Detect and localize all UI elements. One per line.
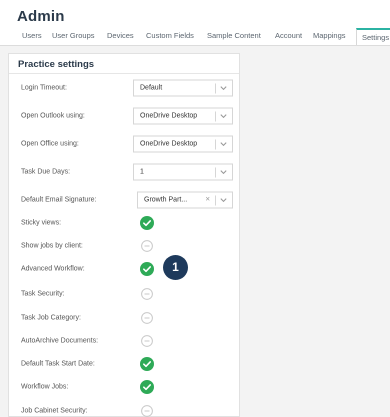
task-due-days-row: Task Due Days: 1 [9, 160, 241, 184]
task-job-category-label: Task Job Category: [21, 314, 81, 322]
minus-circle-icon[interactable] [141, 312, 153, 324]
open-office-select[interactable]: OneDrive Desktop [133, 135, 233, 153]
open-outlook-label: Open Outlook using: [21, 112, 85, 120]
task-job-category-row: Task Job Category: [9, 306, 241, 330]
job-cabinet-security-row: Job Cabinet Security: [9, 399, 241, 417]
clear-icon[interactable]: × [205, 195, 210, 204]
check-circle-icon[interactable] [140, 216, 154, 230]
task-security-label: Task Security: [21, 290, 65, 298]
default-email-signature-row: Default Email Signature: Growth Part... … [9, 188, 241, 212]
login-timeout-label: Login Timeout: [21, 84, 67, 92]
page-title: Admin [17, 8, 65, 25]
select-divider [215, 111, 216, 122]
tab-devices[interactable]: Devices [107, 31, 134, 40]
tab-sample-content[interactable]: Sample Content [207, 31, 261, 40]
minus-circle-icon[interactable] [141, 405, 153, 417]
select-value: 1 [140, 168, 144, 176]
default-task-start-date-label: Default Task Start Date: [21, 360, 95, 368]
select-divider [215, 167, 216, 178]
practice-settings-panel: Practice settings Login Timeout: Default… [8, 53, 240, 417]
tab-mappings[interactable]: Mappings [313, 31, 346, 40]
open-office-label: Open Office using: [21, 140, 79, 148]
sticky-views-label: Sticky views: [21, 219, 62, 227]
tab-users[interactable]: Users [22, 31, 42, 40]
show-jobs-by-client-label: Show jobs by client: [21, 242, 83, 250]
open-outlook-select[interactable]: OneDrive Desktop [133, 107, 233, 125]
select-value: Growth Part... [144, 196, 188, 204]
default-task-start-date-row: Default Task Start Date: [9, 352, 241, 376]
select-divider [215, 195, 216, 206]
default-email-signature-label: Default Email Signature: [21, 196, 97, 204]
check-circle-icon[interactable] [140, 380, 154, 394]
chevron-down-icon [220, 86, 227, 91]
minus-circle-icon[interactable] [141, 288, 153, 300]
step-number-badge: 1 [163, 255, 188, 280]
task-due-days-label: Task Due Days: [21, 168, 71, 176]
chevron-down-icon [220, 198, 227, 203]
job-cabinet-security-label: Job Cabinet Security: [21, 407, 88, 415]
tab-bar: Users User Groups Devices Custom Fields … [0, 28, 390, 46]
login-timeout-select[interactable]: Default [133, 79, 233, 97]
advanced-workflow-label: Advanced Workflow: [21, 265, 85, 273]
minus-circle-icon[interactable] [141, 240, 153, 252]
chevron-down-icon [220, 114, 227, 119]
chevron-down-icon [220, 142, 227, 147]
select-value: Default [140, 84, 163, 92]
show-jobs-by-client-row: Show jobs by client: [9, 234, 241, 258]
default-email-signature-select[interactable]: Growth Part... × [137, 191, 233, 209]
workflow-jobs-row: Workflow Jobs: [9, 375, 241, 399]
tab-custom-fields[interactable]: Custom Fields [146, 31, 194, 40]
autoarchive-documents-row: AutoArchive Documents: [9, 329, 241, 353]
select-value: OneDrive Desktop [140, 140, 198, 148]
minus-circle-icon[interactable] [141, 335, 153, 347]
open-office-row: Open Office using: OneDrive Desktop [9, 132, 241, 156]
open-outlook-row: Open Outlook using: OneDrive Desktop [9, 104, 241, 128]
select-divider [215, 139, 216, 150]
check-circle-icon[interactable] [140, 357, 154, 371]
login-timeout-row: Login Timeout: Default [9, 76, 241, 100]
task-due-days-select[interactable]: 1 [133, 163, 233, 181]
autoarchive-documents-label: AutoArchive Documents: [21, 337, 99, 345]
task-security-row: Task Security: [9, 282, 241, 306]
chevron-down-icon [220, 170, 227, 175]
tab-settings[interactable]: Settings [356, 28, 390, 46]
select-divider [215, 83, 216, 94]
check-circle-icon[interactable] [140, 262, 154, 276]
panel-title: Practice settings [9, 54, 239, 74]
tab-account[interactable]: Account [275, 31, 302, 40]
advanced-workflow-row: Advanced Workflow: [9, 257, 241, 281]
select-value: OneDrive Desktop [140, 112, 198, 120]
workflow-jobs-label: Workflow Jobs: [21, 383, 69, 391]
sticky-views-row: Sticky views: [9, 211, 241, 235]
tab-user-groups[interactable]: User Groups [52, 31, 95, 40]
